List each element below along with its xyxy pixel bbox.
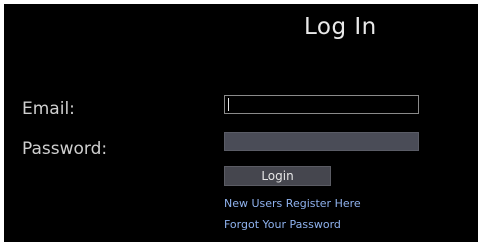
forgot-password-link[interactable]: Forgot Your Password: [224, 218, 341, 231]
register-link[interactable]: New Users Register Here: [224, 197, 361, 210]
login-button[interactable]: Login: [224, 166, 331, 186]
email-field[interactable]: [224, 95, 419, 114]
text-caret: [228, 98, 229, 111]
password-label: Password:: [22, 139, 108, 159]
login-title: Log In: [304, 14, 377, 40]
email-label: Email:: [22, 99, 75, 119]
password-field[interactable]: [224, 132, 419, 151]
